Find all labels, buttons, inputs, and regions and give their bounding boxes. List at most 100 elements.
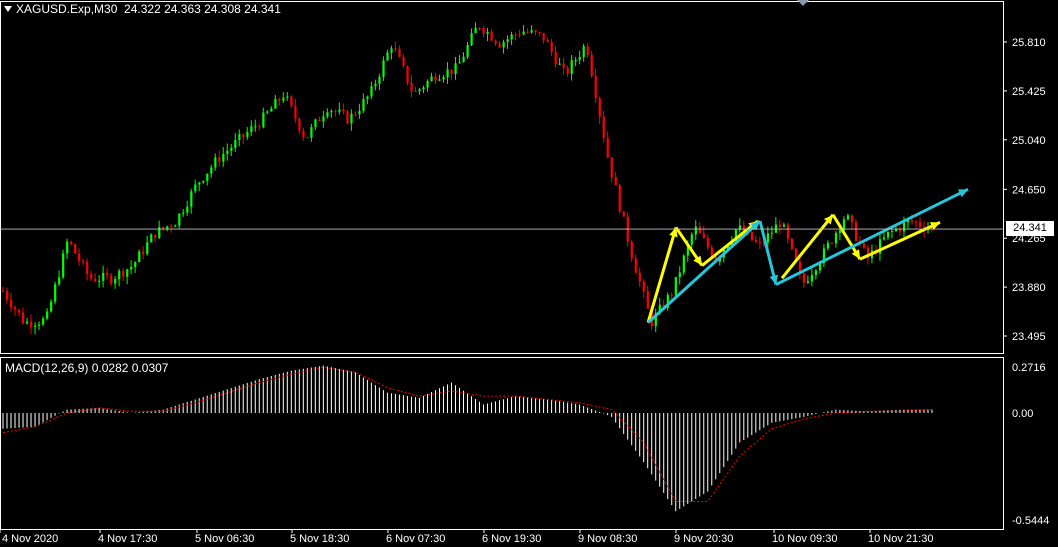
candle-body bbox=[354, 113, 357, 115]
candle-body bbox=[222, 153, 225, 162]
candle-body bbox=[258, 126, 261, 128]
price-candles[interactable] bbox=[2, 22, 934, 335]
candle-body bbox=[314, 119, 317, 128]
candle-body bbox=[330, 111, 333, 113]
trend-annotations bbox=[646, 187, 969, 324]
candle-body bbox=[110, 275, 113, 284]
candle-body bbox=[130, 266, 133, 270]
candle-body bbox=[310, 127, 313, 138]
candle-body bbox=[502, 42, 505, 48]
candle-body bbox=[362, 98, 365, 111]
candle-body bbox=[318, 119, 321, 122]
candle-body bbox=[814, 270, 818, 275]
candle-body bbox=[102, 272, 105, 281]
candle-body bbox=[182, 212, 185, 214]
candle-body bbox=[454, 63, 457, 75]
candle-body bbox=[174, 225, 177, 227]
candle-body bbox=[370, 86, 373, 97]
candle-body bbox=[386, 52, 389, 61]
candle-body bbox=[690, 234, 693, 245]
candle-body bbox=[322, 116, 325, 122]
candle-body bbox=[390, 48, 393, 53]
x-tick-label: 10 Nov 09:30 bbox=[772, 533, 837, 545]
candle-body bbox=[170, 226, 173, 228]
candle-body bbox=[430, 76, 433, 81]
candle-body bbox=[642, 281, 645, 292]
candle-body bbox=[838, 230, 842, 233]
candle-body bbox=[526, 31, 529, 33]
candle-body bbox=[482, 28, 485, 34]
current-price-box: 24.341 bbox=[1006, 221, 1054, 236]
candle-body bbox=[154, 234, 157, 238]
candle-body bbox=[534, 30, 537, 33]
candle-body bbox=[446, 69, 449, 78]
x-tick-label: 4 Nov 17:30 bbox=[98, 533, 157, 545]
candle-body bbox=[246, 132, 249, 137]
macd-panel-border bbox=[0, 357, 1004, 530]
candle-body bbox=[98, 280, 101, 282]
candle-body bbox=[250, 126, 253, 133]
macd-label: MACD(12,26,9) bbox=[5, 361, 89, 375]
macd-tick-label: 0.00 bbox=[1012, 408, 1033, 420]
candle-body bbox=[602, 116, 605, 138]
candle-body bbox=[590, 54, 593, 77]
candle-body bbox=[802, 273, 806, 283]
candle-body bbox=[346, 111, 349, 124]
candle-body bbox=[274, 98, 277, 109]
candle-body bbox=[706, 237, 709, 248]
candle-body bbox=[670, 294, 673, 296]
candle-body bbox=[230, 147, 233, 151]
chart-shift-icon[interactable] bbox=[797, 0, 809, 6]
candle-body bbox=[554, 51, 557, 65]
candle-body bbox=[358, 110, 361, 115]
candle-body bbox=[366, 96, 369, 99]
candle-body bbox=[270, 108, 273, 112]
candle-body bbox=[806, 281, 810, 283]
candle-body bbox=[830, 242, 834, 244]
candle-body bbox=[334, 111, 337, 113]
candle-body bbox=[694, 226, 697, 235]
candle-body bbox=[478, 27, 481, 29]
candle-body bbox=[106, 272, 109, 276]
candle-body bbox=[394, 48, 397, 50]
x-tick-label: 5 Nov 06:30 bbox=[195, 533, 254, 545]
candle-body bbox=[850, 215, 854, 223]
x-tick-label: 6 Nov 07:30 bbox=[386, 533, 445, 545]
candle-body bbox=[542, 32, 545, 41]
candle-body bbox=[510, 34, 513, 40]
candle-body bbox=[486, 31, 489, 34]
candle-body bbox=[266, 111, 269, 113]
candle-body bbox=[30, 321, 33, 328]
candle-body bbox=[410, 82, 413, 92]
candle-body bbox=[278, 98, 281, 101]
macd-tick-label: 0.2716 bbox=[1012, 362, 1046, 374]
candle-body bbox=[646, 291, 649, 309]
candle-body bbox=[498, 43, 501, 48]
candle-body bbox=[62, 253, 65, 278]
collapse-icon[interactable] bbox=[4, 6, 12, 12]
candle-body bbox=[190, 191, 193, 207]
candle-body bbox=[14, 307, 17, 310]
candle-body bbox=[530, 30, 533, 33]
candle-body bbox=[638, 272, 641, 282]
y-tick-label: 23.880 bbox=[1012, 282, 1046, 294]
candle-body bbox=[474, 27, 477, 34]
candle-body bbox=[242, 134, 245, 137]
y-tick-label: 23.495 bbox=[1012, 331, 1046, 343]
chart-frame bbox=[0, 1, 1004, 530]
candle-body bbox=[902, 222, 906, 232]
candle-body bbox=[522, 31, 525, 35]
candle-body bbox=[570, 60, 573, 74]
candle-body bbox=[550, 42, 553, 52]
candle-body bbox=[882, 237, 886, 240]
chart-canvas[interactable]: 25.81025.42525.04024.65024.26523.88023.4… bbox=[0, 0, 1058, 547]
candle-body bbox=[6, 291, 9, 300]
candle-body bbox=[614, 177, 617, 186]
chart-header: XAGUSD.Exp,M30 24.322 24.363 24.308 24.3… bbox=[16, 2, 281, 16]
candle-body bbox=[302, 130, 305, 137]
candle-body bbox=[178, 213, 181, 226]
candle-body bbox=[286, 96, 289, 98]
candle-body bbox=[282, 97, 285, 101]
candle-body bbox=[782, 224, 786, 227]
x-tick-label: 9 Nov 20:30 bbox=[674, 533, 733, 545]
